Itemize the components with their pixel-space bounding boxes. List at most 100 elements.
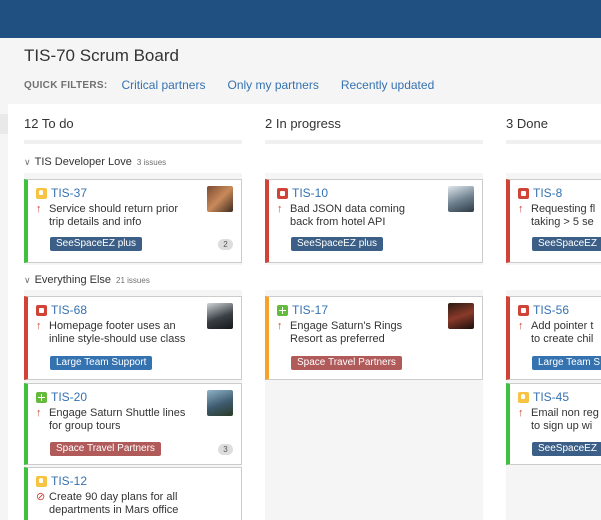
card-summary-row: ↑ Add pointer t to create chil xyxy=(518,320,601,346)
chevron-down-icon: ∨ xyxy=(24,274,31,285)
card-summary-row: ↑ Homepage footer uses an inline style-s… xyxy=(36,320,185,346)
arrow-up-icon: ↑ xyxy=(277,203,283,215)
epic-label[interactable]: Space Travel Partners xyxy=(291,356,402,370)
issue-summary: Engage Saturn's Rings Resort as preferre… xyxy=(290,320,403,345)
bug-icon xyxy=(518,304,529,316)
bug-icon xyxy=(277,187,288,199)
issue-key[interactable]: TIS-12 xyxy=(51,474,87,488)
issue-card[interactable]: TIS-12 ⊘ Create 90 day plans for all dep… xyxy=(24,467,242,520)
issue-summary: Service should return prior trip details… xyxy=(49,203,179,228)
board-header: TIS-70 Scrum Board QUICK FILTERS: Critic… xyxy=(0,38,601,104)
card-key-row: TIS-20 xyxy=(36,390,87,404)
story-icon xyxy=(277,304,288,316)
card-key-row: TIS-10 xyxy=(277,186,328,200)
card-summary-row: ↑ Bad JSON data coming back from hotel A… xyxy=(277,203,405,229)
avatar xyxy=(448,303,474,329)
swimlane-header[interactable]: ∨ TIS Developer Love 3 issues xyxy=(24,156,166,168)
subtask-count-badge: 2 xyxy=(218,239,233,250)
epic-label[interactable]: Space Travel Partners xyxy=(50,442,161,456)
issue-card[interactable]: TIS-68 ↑ Homepage footer uses an inline … xyxy=(24,296,242,380)
card-key-row: TIS-56 xyxy=(518,303,569,317)
epic-label[interactable]: SeeSpaceEZ xyxy=(532,442,601,456)
arrow-up-icon: ↑ xyxy=(277,320,283,332)
card-key-row: TIS-37 xyxy=(36,186,87,200)
quick-filters: QUICK FILTERS: Critical partners Only my… xyxy=(24,78,456,92)
column-name: In progress xyxy=(275,116,341,131)
card-key-row: TIS-68 xyxy=(36,303,87,317)
quick-filter-critical-partners[interactable]: Critical partners xyxy=(121,78,205,92)
arrow-up-icon: ↑ xyxy=(518,407,524,419)
epic-label[interactable]: Large Team S xyxy=(532,356,601,370)
card-summary-row: ↑ Requesting fl taking > 5 se xyxy=(518,203,601,229)
issue-card[interactable]: TIS-10 ↑ Bad JSON data coming back from … xyxy=(265,179,483,263)
issue-summary: Email non reg to sign up wi xyxy=(531,407,599,432)
arrow-up-icon: ↑ xyxy=(36,320,42,332)
issue-card[interactable]: TIS-56 ↑ Add pointer t to create chil La… xyxy=(506,296,601,380)
card-summary-row: ↑ Engage Saturn's Rings Resort as prefer… xyxy=(277,320,402,346)
avatar xyxy=(207,390,233,416)
card-summary-row: ⊘ Create 90 day plans for all department… xyxy=(36,491,178,517)
avatar xyxy=(207,303,233,329)
bug-icon xyxy=(518,187,529,199)
issue-key[interactable]: TIS-45 xyxy=(533,390,569,404)
issue-summary: Create 90 day plans for all departments … xyxy=(49,491,179,516)
issue-card[interactable]: TIS-17 ↑ Engage Saturn's Rings Resort as… xyxy=(265,296,483,380)
card-key-row: TIS-45 xyxy=(518,390,569,404)
top-navigation-bar xyxy=(0,0,601,38)
subtask-count-badge: 3 xyxy=(218,444,233,455)
column-name: Done xyxy=(516,116,548,131)
issue-card[interactable]: TIS-20 ↑ Engage Saturn Shuttle lines for… xyxy=(24,383,242,465)
swimlane-issue-count: 21 issues xyxy=(116,275,150,285)
story-icon xyxy=(36,391,47,403)
issue-summary: Requesting fl taking > 5 se xyxy=(531,203,596,228)
issue-summary: Engage Saturn Shuttle lines for group to… xyxy=(49,407,186,432)
swimlane-header[interactable]: ∨ Everything Else 21 issues xyxy=(24,274,150,286)
arrow-up-icon: ↑ xyxy=(36,203,42,215)
epic-label[interactable]: Large Team Support xyxy=(50,356,153,370)
epic-label[interactable]: SeeSpaceEZ plus xyxy=(50,237,143,251)
issue-key[interactable]: TIS-37 xyxy=(51,186,87,200)
improvement-icon xyxy=(36,187,47,199)
issue-card[interactable]: TIS-45 ↑ Email non reg to sign up wi See… xyxy=(506,383,601,465)
swimlane-issue-count: 3 issues xyxy=(136,157,167,167)
avatar xyxy=(448,186,474,212)
epic-label[interactable]: SeeSpaceEZ plus xyxy=(291,237,384,251)
arrow-up-icon: ↑ xyxy=(36,407,42,419)
column-divider xyxy=(506,140,601,144)
arrow-up-icon: ↑ xyxy=(518,320,524,332)
issue-card[interactable]: TIS-8 ↑ Requesting fl taking > 5 se SeeS… xyxy=(506,179,601,263)
epic-label[interactable]: SeeSpaceEZ xyxy=(532,237,601,251)
column-count: 2 xyxy=(265,116,273,131)
card-summary-row: ↑ Engage Saturn Shuttle lines for group … xyxy=(36,407,185,433)
column-name: To do xyxy=(41,116,74,131)
sidebar-edge xyxy=(0,114,8,134)
avatar xyxy=(207,186,233,212)
improvement-icon xyxy=(36,475,47,487)
swimlane-name: TIS Developer Love xyxy=(34,156,132,168)
column-count: 3 xyxy=(506,116,514,131)
issue-key[interactable]: TIS-68 xyxy=(51,303,87,317)
quick-filter-recently-updated[interactable]: Recently updated xyxy=(341,78,434,92)
issue-key[interactable]: TIS-17 xyxy=(292,303,328,317)
issue-key[interactable]: TIS-20 xyxy=(51,390,87,404)
issue-key[interactable]: TIS-56 xyxy=(533,303,569,317)
issue-summary: Add pointer t to create chil xyxy=(531,320,594,345)
column-divider xyxy=(265,140,483,144)
issue-key[interactable]: TIS-10 xyxy=(292,186,328,200)
card-key-row: TIS-8 xyxy=(518,186,562,200)
column-header-in-progress: 2 In progress xyxy=(265,116,341,131)
card-summary-row: ↑ Service should return prior trip detai… xyxy=(36,203,178,229)
quick-filter-only-my-partners[interactable]: Only my partners xyxy=(227,78,318,92)
column-count: 12 xyxy=(24,116,39,131)
column-header-done: 3 Done xyxy=(506,116,548,131)
arrow-up-icon: ↑ xyxy=(518,203,524,215)
column-divider xyxy=(24,140,242,144)
card-summary-row: ↑ Email non reg to sign up wi xyxy=(518,407,601,433)
issue-summary: Bad JSON data coming back from hotel API xyxy=(290,203,405,228)
bug-icon xyxy=(36,304,47,316)
issue-key[interactable]: TIS-8 xyxy=(533,186,562,200)
chevron-down-icon: ∨ xyxy=(24,156,31,167)
card-key-row: TIS-12 xyxy=(36,474,87,488)
issue-card[interactable]: TIS-37 ↑ Service should return prior tri… xyxy=(24,179,242,263)
swimlane-name: Everything Else xyxy=(34,274,112,286)
